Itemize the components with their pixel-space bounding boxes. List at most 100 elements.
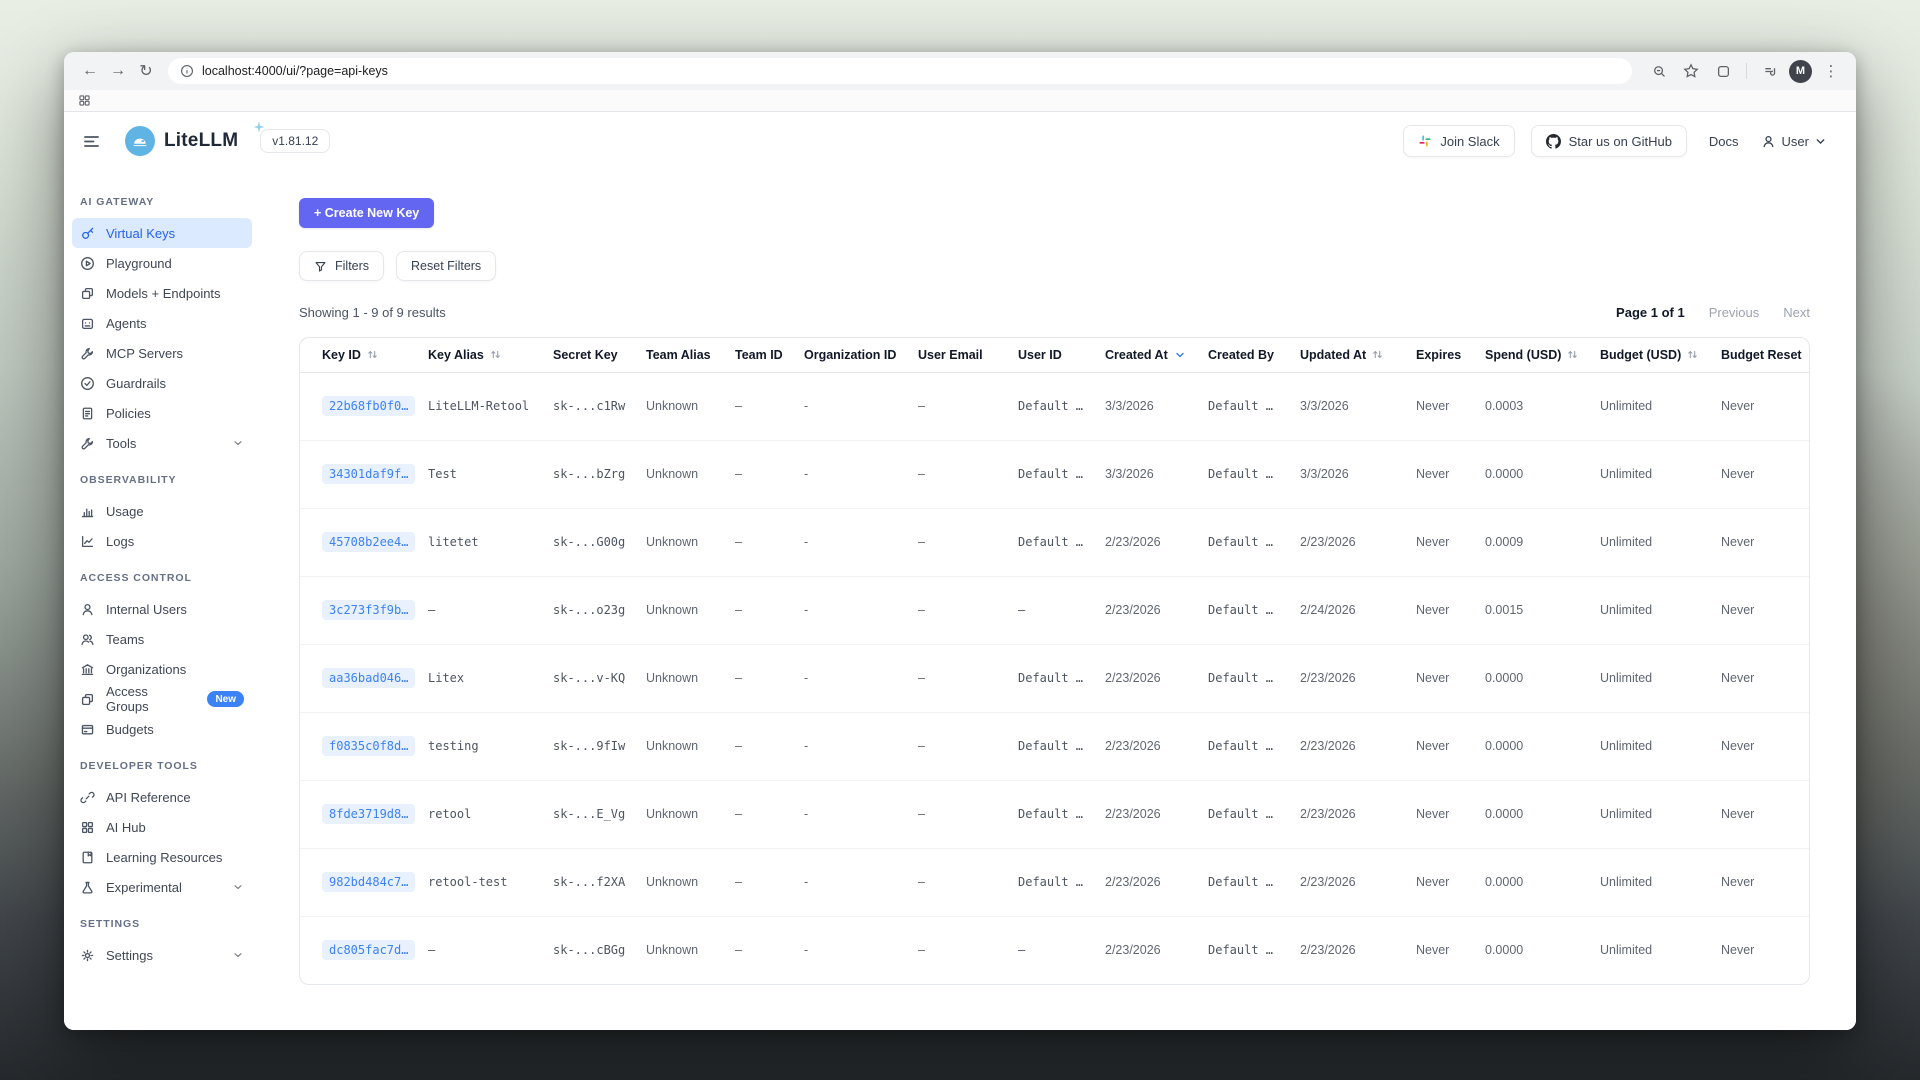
cell-spend: 0.0003 (1485, 372, 1600, 440)
key-id-link[interactable]: 982bd484c7… (322, 872, 415, 892)
cell-spend: 0.0000 (1485, 644, 1600, 712)
sidebar-item-tools[interactable]: Tools (72, 428, 252, 458)
key-id-link[interactable]: 8fde3719d8… (322, 804, 415, 824)
table-row[interactable]: f0835c0f8d…testingsk-...9fIwUnknown–-–De… (300, 712, 1810, 780)
chevron-down-icon (232, 881, 244, 893)
cell-team_alias: Unknown (646, 508, 735, 576)
cell-user_email: – (918, 712, 1018, 780)
sidebar-item-playground[interactable]: Playground (72, 248, 252, 278)
site-info-icon[interactable] (180, 64, 194, 78)
reload-icon[interactable]: ↻ (132, 57, 160, 85)
sidebar-item-learning-resources[interactable]: Learning Resources (72, 842, 252, 872)
cell-budget_reset: Never (1721, 372, 1810, 440)
cell-organization_id: - (804, 916, 918, 984)
filters-button[interactable]: Filters (299, 251, 384, 281)
app-title: LiteLLM (164, 130, 238, 152)
key-id-link[interactable]: aa36bad046… (322, 668, 415, 688)
address-bar[interactable]: localhost:4000/ui/?page=api-keys (168, 58, 1632, 84)
docs-link[interactable]: Docs (1709, 134, 1739, 149)
column-header-updated_at[interactable]: Updated At (1300, 338, 1416, 372)
column-header-secret_key: Secret Key (553, 338, 646, 372)
key-id-link[interactable]: f0835c0f8d… (322, 736, 415, 756)
key-id-link[interactable]: 45708b2ee4… (322, 532, 415, 552)
document-icon (80, 406, 95, 421)
cell-budget: Unlimited (1600, 440, 1721, 508)
sidebar-item-logs[interactable]: Logs (72, 526, 252, 556)
cell-team_alias: Unknown (646, 576, 735, 644)
cell-created_at: 3/3/2026 (1105, 440, 1208, 508)
sidebar-item-mcp-servers[interactable]: MCP Servers (72, 338, 252, 368)
cell-created_by: Default … (1208, 372, 1300, 440)
cell-user_email: – (918, 508, 1018, 576)
column-header-created_at[interactable]: Created At (1105, 338, 1208, 372)
table-row[interactable]: dc805fac7d…–sk-...cBGgUnknown–-––2/23/20… (300, 916, 1810, 984)
sidebar-collapse-icon[interactable] (82, 132, 101, 151)
user-menu[interactable]: User (1761, 134, 1826, 149)
reading-list-icon[interactable] (1757, 58, 1783, 84)
table-row[interactable]: 982bd484c7…retool-testsk-...f2XAUnknown–… (300, 848, 1810, 916)
cell-team_alias: Unknown (646, 712, 735, 780)
back-icon[interactable]: ← (76, 57, 104, 85)
cell-budget: Unlimited (1600, 780, 1721, 848)
sidebar-item-models-endpoints[interactable]: Models + Endpoints (72, 278, 252, 308)
cell-secret_key: sk-...c1Rw (553, 372, 646, 440)
profile-avatar[interactable]: M (1789, 60, 1812, 83)
cell-key_id: dc805fac7d… (300, 916, 428, 984)
join-slack-button[interactable]: Join Slack (1403, 125, 1514, 157)
column-header-budget[interactable]: Budget (USD) (1600, 338, 1721, 372)
browser-menu-icon[interactable]: ⋮ (1818, 58, 1844, 84)
table-row[interactable]: 45708b2ee4…litetetsk-...G00gUnknown–-–De… (300, 508, 1810, 576)
sidebar-item-settings[interactable]: Settings (72, 940, 252, 970)
column-header-user_email: User Email (918, 338, 1018, 372)
sidebar-item-access-groups[interactable]: Access GroupsNew (72, 684, 252, 714)
column-header-spend[interactable]: Spend (USD) (1485, 338, 1600, 372)
extensions-icon[interactable] (1710, 58, 1736, 84)
sidebar-item-ai-hub[interactable]: AI Hub (72, 812, 252, 842)
sidebar-item-api-reference[interactable]: API Reference (72, 782, 252, 812)
table-row[interactable]: 22b68fb0f0…LiteLLM-Retoolsk-...c1RwUnkno… (300, 372, 1810, 440)
next-page-button[interactable]: Next (1783, 305, 1810, 320)
sidebar-item-label: Models + Endpoints (106, 286, 221, 301)
sidebar-item-policies[interactable]: Policies (72, 398, 252, 428)
bookmark-star-icon[interactable] (1678, 58, 1704, 84)
column-header-key_id[interactable]: Key ID (300, 338, 428, 372)
sidebar-item-agents[interactable]: Agents (72, 308, 252, 338)
column-label: Expires (1416, 348, 1461, 362)
column-label: Created At (1105, 348, 1168, 362)
table-row[interactable]: aa36bad046…Litexsk-...v-KQUnknown–-–Defa… (300, 644, 1810, 712)
previous-page-button[interactable]: Previous (1709, 305, 1760, 320)
cell-user_email: – (918, 916, 1018, 984)
sidebar-item-internal-users[interactable]: Internal Users (72, 594, 252, 624)
star-github-button[interactable]: Star us on GitHub (1531, 125, 1687, 157)
cell-team_alias: Unknown (646, 440, 735, 508)
table-row[interactable]: 3c273f3f9b…–sk-...o23gUnknown–-––2/23/20… (300, 576, 1810, 644)
column-label: Key Alias (428, 348, 484, 362)
create-new-key-button[interactable]: + Create New Key (299, 198, 434, 228)
zoom-icon[interactable] (1646, 58, 1672, 84)
sidebar-item-teams[interactable]: Teams (72, 624, 252, 654)
cell-user_id: Default … (1018, 372, 1105, 440)
table-row[interactable]: 34301daf9f…Testsk-...bZrgUnknown–-–Defau… (300, 440, 1810, 508)
cell-budget_reset: Never (1721, 644, 1810, 712)
key-id-link[interactable]: 3c273f3f9b… (322, 600, 415, 620)
reset-filters-button[interactable]: Reset Filters (396, 251, 496, 281)
column-header-key_alias[interactable]: Key Alias (428, 338, 553, 372)
forward-icon[interactable]: → (104, 57, 132, 85)
cell-key_alias: testing (428, 712, 553, 780)
key-id-link[interactable]: 34301daf9f… (322, 464, 415, 484)
sidebar-item-usage[interactable]: Usage (72, 496, 252, 526)
sidebar-item-virtual-keys[interactable]: Virtual Keys (72, 218, 252, 248)
key-id-link[interactable]: 22b68fb0f0… (322, 396, 415, 416)
sidebar-item-guardrails[interactable]: Guardrails (72, 368, 252, 398)
apps-grid-icon[interactable] (78, 94, 91, 107)
url-text[interactable]: localhost:4000/ui/?page=api-keys (202, 64, 388, 78)
reset-filters-label: Reset Filters (411, 259, 481, 273)
sidebar-item-label: Guardrails (106, 376, 166, 391)
table-row[interactable]: 8fde3719d8…retoolsk-...E_VgUnknown–-–Def… (300, 780, 1810, 848)
sidebar-item-budgets[interactable]: Budgets (72, 714, 252, 744)
column-header-team_id: Team ID (735, 338, 804, 372)
key-id-link[interactable]: dc805fac7d… (322, 940, 415, 960)
sidebar-item-label: AI Hub (106, 820, 146, 835)
sidebar-item-experimental[interactable]: Experimental (72, 872, 252, 902)
sidebar-item-organizations[interactable]: Organizations (72, 654, 252, 684)
